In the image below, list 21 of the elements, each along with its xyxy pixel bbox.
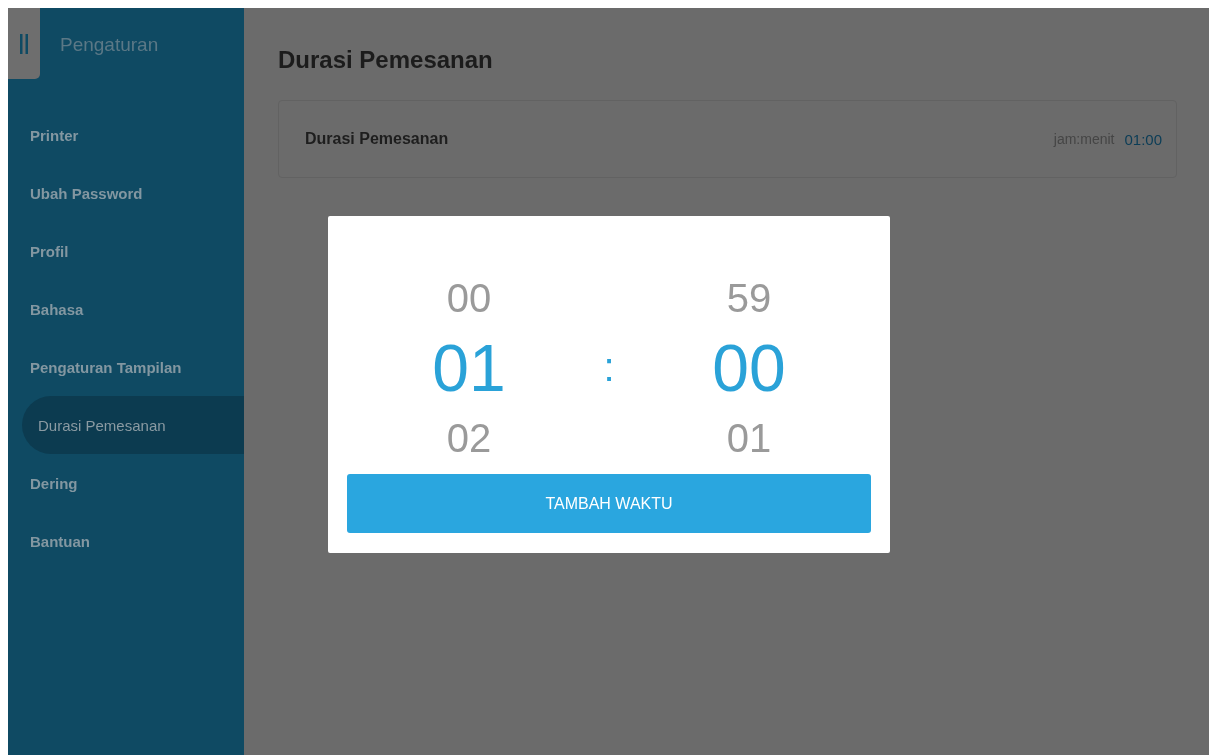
- sidebar-title: Pengaturan: [60, 34, 159, 56]
- sidebar-item[interactable]: Ubah Password: [8, 164, 244, 222]
- picker-value[interactable]: 01: [432, 332, 506, 403]
- sidebar-item[interactable]: Profil: [8, 222, 244, 280]
- sidebar-item[interactable]: Dering: [8, 454, 244, 512]
- page-title: Durasi Pemesanan: [278, 46, 494, 74]
- sidebar-item[interactable]: Bahasa: [8, 280, 244, 338]
- picker-value[interactable]: 00: [446, 262, 492, 333]
- sidebar-item[interactable]: Durasi Pemesanan: [22, 396, 244, 454]
- sidebar-item[interactable]: Printer: [8, 106, 244, 164]
- menu-toggle-icon[interactable]: [8, 8, 40, 79]
- picker-value[interactable]: 59: [726, 262, 772, 333]
- duration-value: 01:00: [1124, 130, 1162, 148]
- picker-value[interactable]: 01: [726, 402, 772, 473]
- sidebar-item[interactable]: Pengaturan Tampilan: [8, 338, 244, 396]
- picker-value[interactable]: 02: [446, 402, 492, 473]
- picker-value[interactable]: 00: [712, 332, 786, 403]
- time-separator: :: [602, 345, 616, 390]
- add-time-button[interactable]: TAMBAH WAKTU: [347, 474, 871, 533]
- setting-label: Durasi Pemesanan: [305, 130, 450, 148]
- sidebar-item[interactable]: Bantuan: [8, 512, 244, 570]
